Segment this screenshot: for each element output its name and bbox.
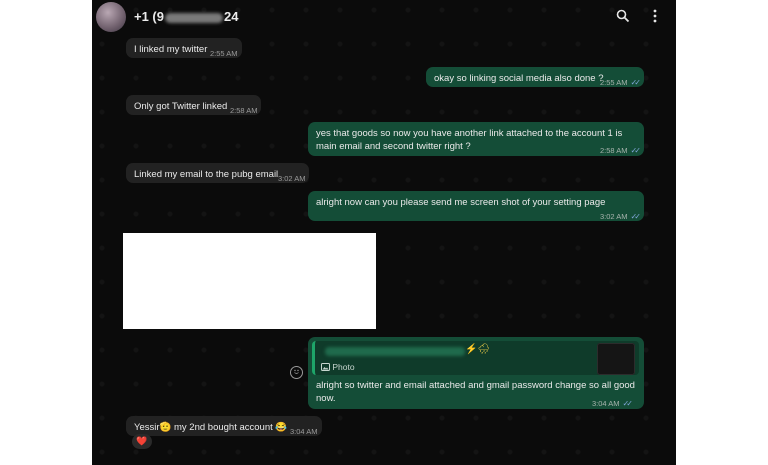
contact-name-prefix: +1 (9 bbox=[134, 9, 164, 24]
message-text: Linked my email to the pubg email bbox=[134, 169, 279, 180]
message-bubble[interactable]: I linked my twitter 2:55 AM bbox=[126, 38, 242, 58]
message-bubble[interactable]: Only got Twitter linked 2:58 AM bbox=[126, 95, 261, 115]
message-bubble[interactable]: yes that goods so now you have another l… bbox=[308, 122, 644, 156]
chat-panel: +1 (9 24 I linked my twitter 2:55 AM okay… bbox=[92, 0, 676, 465]
time-label: 3:02 AM bbox=[600, 212, 628, 221]
message-text: alright now can you please send me scree… bbox=[316, 197, 606, 208]
message-text: Yessir🫡 my 2nd bought account 😂 bbox=[134, 422, 288, 433]
chat-header: +1 (9 24 bbox=[92, 0, 676, 36]
read-ticks-icon: ✓✓ bbox=[622, 399, 634, 408]
quote-photo-text: Photo bbox=[332, 362, 355, 372]
time-label: 2:55 AM bbox=[600, 78, 628, 87]
message-time: 2:58 AM bbox=[230, 106, 258, 115]
message-time: 3:02 AM bbox=[278, 174, 306, 183]
image-attachment[interactable] bbox=[123, 233, 376, 329]
time-label: 3:04 AM bbox=[592, 399, 620, 408]
read-ticks-icon: ✓✓ bbox=[630, 146, 642, 155]
redacted-number bbox=[165, 12, 223, 23]
quoted-message[interactable]: ⚡🌧 Photo bbox=[312, 341, 639, 375]
message-text: I linked my twitter bbox=[134, 44, 208, 55]
menu-button[interactable] bbox=[646, 9, 664, 27]
quote-emoji: ⚡🌧 bbox=[465, 344, 491, 355]
message-time: 3:02 AM ✓✓ bbox=[600, 210, 642, 223]
emoji-reaction-button[interactable] bbox=[290, 366, 303, 379]
message-time: 2:55 AM bbox=[210, 49, 238, 58]
message-bubble[interactable]: alright now can you please send me scree… bbox=[308, 191, 644, 221]
message-bubble[interactable]: ⚡🌧 Photo alright so twitter and email at… bbox=[308, 337, 644, 409]
search-icon bbox=[616, 9, 630, 23]
smiley-icon bbox=[294, 369, 299, 374]
more-vertical-icon bbox=[653, 9, 657, 23]
message-time: 2:55 AM ✓✓ bbox=[600, 76, 642, 89]
message-time: 3:04 AM ✓✓ bbox=[592, 397, 634, 410]
message-time: 3:04 AM bbox=[290, 427, 318, 436]
search-button[interactable] bbox=[614, 9, 632, 27]
contact-avatar[interactable] bbox=[96, 2, 126, 32]
read-ticks-icon: ✓✓ bbox=[630, 78, 642, 87]
heart-reaction-icon[interactable]: ❤️ bbox=[132, 434, 152, 449]
time-label: 2:58 AM bbox=[600, 146, 628, 155]
message-time: 2:58 AM ✓✓ bbox=[600, 144, 642, 157]
quote-photo-label: Photo bbox=[321, 361, 355, 374]
quote-thumbnail bbox=[597, 343, 635, 375]
message-text: okay so linking social media also done ? bbox=[434, 73, 604, 84]
message-text: yes that goods so now you have another l… bbox=[316, 128, 623, 152]
redacted-quote-sender bbox=[325, 347, 465, 356]
read-ticks-icon: ✓✓ bbox=[630, 212, 642, 221]
message-text: alright so twitter and email attached an… bbox=[316, 380, 635, 404]
photo-icon bbox=[321, 363, 330, 371]
contact-name[interactable]: +1 (9 24 bbox=[134, 9, 238, 24]
message-text: Only got Twitter linked bbox=[134, 101, 228, 112]
message-bubble[interactable]: Yessir🫡 my 2nd bought account 😂 3:04 AM bbox=[126, 416, 322, 436]
message-bubble[interactable]: Linked my email to the pubg email 3:02 A… bbox=[126, 163, 309, 183]
message-bubble[interactable]: okay so linking social media also done ?… bbox=[426, 67, 644, 87]
contact-name-suffix: 24 bbox=[224, 9, 239, 24]
